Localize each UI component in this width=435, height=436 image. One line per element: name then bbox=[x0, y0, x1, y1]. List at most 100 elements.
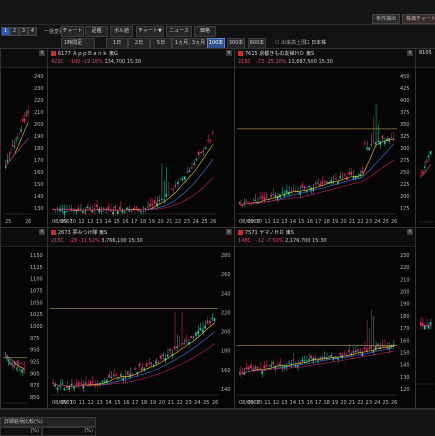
candle-body bbox=[160, 199, 163, 200]
candle-body bbox=[207, 140, 209, 141]
candlestick-chart[interactable]: 240 230 220 210 200 190 180 170 160 150 140 130 25 26 bbox=[1, 68, 47, 226]
candlestick-chart[interactable]: 1150 1125 1100 1075 1050 1025 1000 975 950 925 900… bbox=[1, 247, 47, 407]
candle-body bbox=[243, 202, 246, 204]
candle-body bbox=[11, 144, 14, 147]
x-tick-label: 22 bbox=[357, 400, 363, 406]
close-icon[interactable]: × bbox=[39, 229, 45, 235]
chart-button[interactable]: チャート bbox=[61, 26, 84, 37]
price-button[interactable]: 価格 bbox=[194, 26, 216, 37]
page-3-button[interactable]: 3 bbox=[19, 27, 28, 36]
y-tick-label: 1000 bbox=[30, 324, 43, 330]
filter-button[interactable]: 条件抽出 bbox=[372, 14, 401, 24]
page-1-button[interactable]: 1 bbox=[1, 27, 10, 36]
y-tick-label: 230 bbox=[400, 253, 410, 259]
close-icon[interactable]: × bbox=[407, 50, 413, 56]
stock-title: 7615 京都きもの友禅ＨＤ 東S bbox=[238, 50, 314, 57]
volume-button[interactable]: ボル値 bbox=[110, 26, 133, 37]
bar-type-button[interactable]: 足種 bbox=[85, 26, 108, 37]
page-4-button[interactable]: 4 bbox=[28, 27, 37, 36]
tag-icon bbox=[238, 51, 243, 56]
stock-code: 6177 bbox=[58, 51, 71, 57]
x-tick-label: 12 bbox=[273, 400, 279, 406]
candle-body bbox=[247, 367, 250, 370]
candlestick-chart[interactable] bbox=[416, 68, 435, 226]
candlestick-chart[interactable] bbox=[416, 228, 435, 388]
y-tick-label: 140 bbox=[400, 363, 410, 369]
candle-body bbox=[183, 343, 185, 345]
chart-menu-button[interactable]: チャート▼ bbox=[136, 26, 164, 37]
jp-stock-checkbox[interactable]: ☐ 日本株 bbox=[305, 39, 326, 46]
y-tick-label: 425 bbox=[400, 86, 410, 92]
price-change: 422C -100 -19.16% bbox=[51, 59, 103, 65]
y-tick-label: 900 bbox=[30, 371, 40, 377]
close-icon[interactable]: × bbox=[407, 229, 413, 235]
stock-market: 東G bbox=[108, 51, 118, 57]
candle-body bbox=[250, 365, 252, 369]
candle-body bbox=[270, 194, 272, 198]
candle-body bbox=[163, 199, 165, 201]
chart-panel-8[interactable] bbox=[415, 227, 435, 409]
chart-panel-2[interactable]: 6177 ＡｐｐＢａｎｋ 東G 422C -100 -19.16% 134,70… bbox=[47, 48, 235, 228]
compare-tab[interactable]: 詳細銘柄比較(%) bbox=[0, 417, 96, 427]
candle-body bbox=[343, 353, 346, 355]
candle-body bbox=[370, 345, 373, 349]
chart-panel-6[interactable]: 2673 夢みつけ隊 東S 215C -28 -11.52% 3,766,100… bbox=[47, 227, 235, 409]
candlestick-chart[interactable]: 08/050709 10 11 12 13 14 15 16 17 18 19 20 21 22 23 24 2… bbox=[48, 68, 234, 226]
candle-body bbox=[152, 364, 155, 366]
y-tick-label: 120 bbox=[400, 387, 410, 393]
candle-body bbox=[144, 208, 147, 210]
candlestick-chart[interactable]: 45042540037535032530027525022520017508/0… bbox=[235, 68, 415, 226]
candle-body bbox=[265, 197, 268, 199]
candle-body bbox=[381, 346, 384, 348]
candle-body bbox=[18, 132, 20, 134]
candle-body bbox=[428, 155, 430, 158]
price-change: 215C -28 -11.52% bbox=[51, 238, 100, 244]
candle-body bbox=[165, 194, 168, 197]
chart-panel-7[interactable]: 7571 ヤマノＨＤ 東S 148C -12 -7.50% 2,176,700 … bbox=[234, 227, 416, 409]
stock-chart-button[interactable]: 株価チャート bbox=[402, 14, 435, 24]
candle-body bbox=[65, 211, 68, 213]
candle-body bbox=[80, 382, 82, 384]
x-tick-label: 10 bbox=[256, 219, 262, 225]
candle-body bbox=[193, 163, 195, 165]
y-tick-label: 180 bbox=[221, 349, 231, 355]
chart-panel-1[interactable]: × 240 230 220 210 200 190 180 170 160 150 140 130 25… bbox=[0, 48, 48, 228]
candlestick-chart[interactable]: 23022021020019018017016015014013012008/0… bbox=[235, 247, 415, 407]
candle-body bbox=[148, 362, 150, 364]
y-tick-label: 150 bbox=[400, 350, 410, 356]
candle-body bbox=[166, 354, 169, 357]
candle-body bbox=[424, 166, 426, 168]
candle-body bbox=[420, 321, 422, 326]
news-button[interactable]: ニュース bbox=[166, 26, 192, 37]
x-tick-label: 09 bbox=[247, 219, 253, 225]
y-tick-label: 200 bbox=[34, 122, 44, 128]
chart-panel-5[interactable]: × 1150 1125 1100 1075 1050 1025 1000 975 950 925 9… bbox=[0, 227, 48, 409]
candle-body bbox=[194, 332, 197, 336]
close-icon[interactable]: × bbox=[226, 50, 232, 56]
x-tick-label: 15 bbox=[298, 400, 304, 406]
candle-body bbox=[430, 151, 432, 154]
stock-market: 東S bbox=[305, 51, 315, 57]
chart-panel-3[interactable]: 7615 京都きもの友禅ＨＤ 東S 216C -73 -25.26% 11,68… bbox=[234, 48, 416, 228]
y-tick-label: 280 bbox=[221, 253, 231, 259]
candle-body bbox=[368, 147, 370, 151]
close-icon[interactable]: × bbox=[226, 229, 232, 235]
candlestick-chart[interactable]: 28026024022020018016014008/050709 10 11 12 1… bbox=[48, 247, 234, 407]
x-tick-label: 12 bbox=[88, 400, 94, 406]
close-icon[interactable]: × bbox=[39, 50, 45, 56]
x-tick-label: 21 bbox=[166, 219, 172, 225]
candle-body bbox=[110, 377, 113, 378]
chart-panel-4[interactable]: 8105 bbox=[415, 48, 435, 228]
candle-body bbox=[172, 189, 174, 191]
ma-mid-line bbox=[53, 159, 214, 211]
y-tick-label: 260 bbox=[221, 272, 231, 278]
candle-body bbox=[274, 194, 277, 197]
x-tick-label: 25 bbox=[201, 219, 207, 225]
candle-body bbox=[68, 386, 71, 390]
x-tick-label: 20 bbox=[157, 219, 163, 225]
candle-body bbox=[213, 318, 216, 321]
volume-checkbox[interactable]: ☐ 出来高上限 bbox=[275, 39, 306, 46]
page-2-button[interactable]: 2 bbox=[10, 27, 19, 36]
candle-body bbox=[272, 362, 274, 365]
x-tick-label: 19 bbox=[332, 219, 338, 225]
